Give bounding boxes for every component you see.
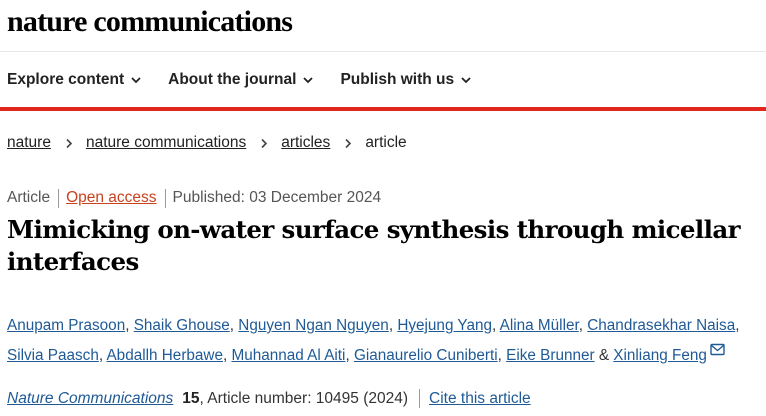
author-separator: , [735,317,740,334]
header-divider [0,51,766,52]
author-link[interactable]: Shaik Ghouse [134,317,230,334]
author-separator: , [229,317,235,334]
author-separator: , [222,347,228,364]
nav-publish-with-us[interactable]: Publish with us [340,69,472,91]
author-link[interactable]: Silvia Paasch [7,347,99,364]
volume-number: 15 [182,389,200,407]
author-link[interactable]: Nguyen Ngan Nguyen [238,317,389,334]
journal-logo[interactable]: nature communications [7,3,293,41]
accent-bar [0,107,766,111]
author-link[interactable]: Chandrasekhar Naisa [587,317,735,334]
author-link-corresponding[interactable]: Xinliang Feng [613,347,707,364]
chevron-right-icon [345,138,352,148]
breadcrumb: nature nature communications articles ar… [7,133,407,153]
author-joiner: & [598,347,610,364]
author-link[interactable]: Anupam Prasoon [7,317,125,334]
author-separator: , [125,317,130,334]
author-separator: , [578,317,583,334]
meta-divider [164,188,166,208]
published-date: Published: 03 December 2024 [172,189,382,206]
chevron-down-icon [303,77,314,84]
author-separator: , [345,347,350,364]
main-nav: Explore content About the journal Publis… [7,69,498,91]
nav-about-journal-label: About the journal [168,71,297,88]
meta-divider [58,188,60,208]
breadcrumb-nature-communications[interactable]: nature communications [86,134,246,152]
nav-publish-with-us-label: Publish with us [340,71,455,88]
article-number: , Article number: 10495 (2024) [199,389,409,407]
author-separator: , [388,317,394,334]
article-title: Mimicking on-water surface synthesis thr… [7,215,741,276]
cite-this-article-link[interactable]: Cite this article [429,390,531,408]
chevron-down-icon [461,77,471,84]
journal-link[interactable]: Nature Communications [7,390,173,408]
author-separator: , [492,317,497,334]
author-link[interactable]: Muhannad Al Aiti [231,347,345,364]
chevron-right-icon [261,138,268,148]
author-link[interactable]: Eike Brunner [506,347,594,364]
citation-divider [419,389,421,408]
author-separator: , [497,347,502,364]
nav-explore-content[interactable]: Explore content [7,69,142,91]
author-link[interactable]: Gianaurelio Cuniberti [354,347,498,364]
breadcrumb-articles[interactable]: articles [281,134,330,152]
breadcrumb-current: article [365,134,407,151]
author-link[interactable]: Abdallh Herbawe [106,347,223,364]
chevron-right-icon [66,138,73,148]
mail-icon[interactable] [710,343,725,356]
nav-explore-content-label: Explore content [7,71,125,88]
author-link[interactable]: Hyejung Yang [397,317,492,334]
author-link[interactable]: Alina Müller [500,317,579,334]
article-meta: Article Open access Published: 03 Decemb… [7,188,381,208]
chevron-down-icon [131,77,141,84]
author-separator: , [98,347,104,364]
article-type: Article [7,189,51,206]
citation-line: Nature Communications 15 , Article numbe… [7,388,531,409]
nav-about-journal[interactable]: About the journal [168,69,314,91]
open-access-link[interactable]: Open access [66,189,156,207]
breadcrumb-nature[interactable]: nature [7,134,51,152]
author-list: Anupam Prasoon, Shaik Ghouse, Nguyen Nga… [7,311,762,371]
